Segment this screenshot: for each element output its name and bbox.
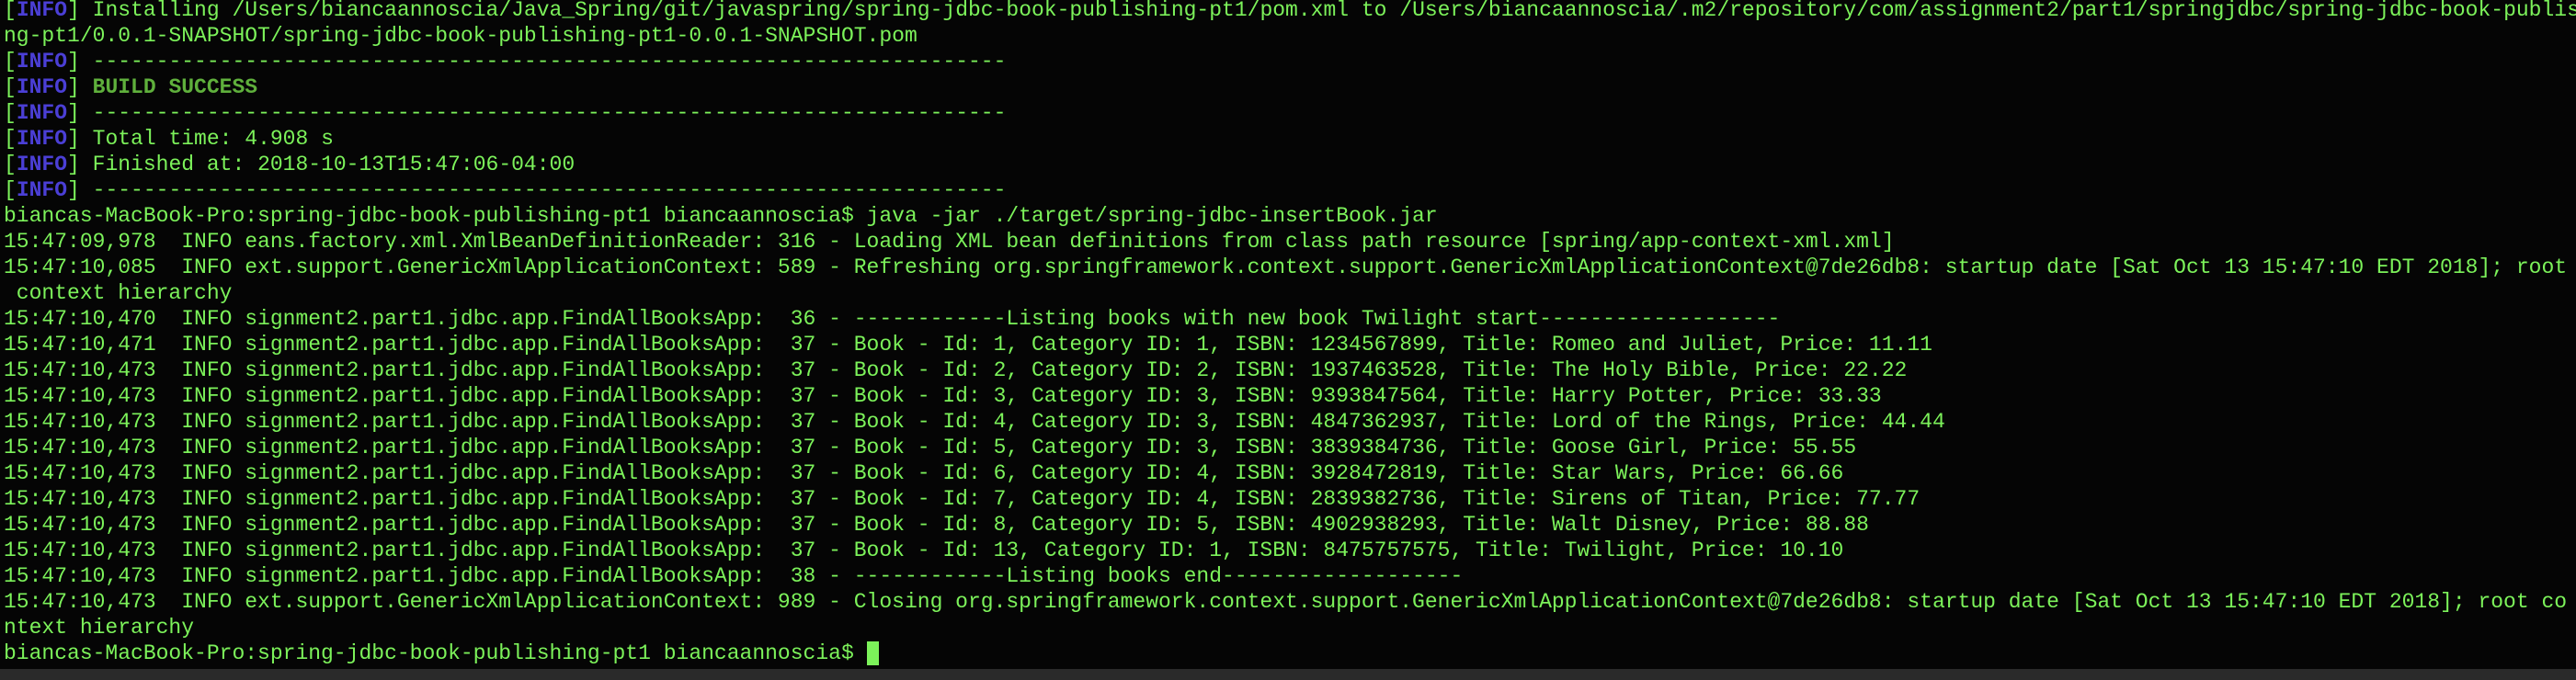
terminal-line: 15:47:10,473 INFO ext.support.GenericXml… [4,589,2576,615]
line-text: ----------------------------------------… [92,101,1007,125]
terminal-line: 15:47:10,473 INFO signment2.part1.jdbc.a… [4,538,2576,563]
bracket: [ [4,127,17,151]
bracket: [ [4,0,17,22]
bracket: ] [67,50,93,74]
terminal-line: [INFO] BUILD SUCCESS [4,74,2576,100]
terminal-line: 15:47:10,085 INFO ext.support.GenericXml… [4,255,2576,280]
bracket: ] [67,178,93,202]
terminal-line: 15:47:10,473 INFO signment2.part1.jdbc.a… [4,486,2576,512]
terminal-line: 15:47:10,470 INFO signment2.part1.jdbc.a… [4,306,2576,332]
bracket: [ [4,75,17,99]
line-text: 15:47:10,473 INFO ext.support.GenericXml… [4,590,2568,614]
bracket: [ [4,153,17,176]
line-text: 15:47:10,471 INFO signment2.part1.jdbc.a… [4,333,1932,357]
terminal-line: 15:47:10,473 INFO signment2.part1.jdbc.a… [4,512,2576,538]
shell-prompt: biancas-MacBook-Pro:spring-jdbc-book-pub… [4,641,867,665]
terminal-line: [INFO] ---------------------------------… [4,100,2576,126]
terminal-line: [INFO] ---------------------------------… [4,177,2576,203]
bracket: [ [4,50,17,74]
terminal-line: 15:47:10,473 INFO signment2.part1.jdbc.a… [4,357,2576,383]
build-status: BUILD SUCCESS [92,75,258,99]
bracket: [ [4,178,17,202]
line-text: ----------------------------------------… [92,50,1007,74]
info-tag: INFO [16,153,68,176]
line-text: ng-pt1/0.0.1-SNAPSHOT/spring-jdbc-book-p… [4,24,918,48]
terminal-line: [INFO] ---------------------------------… [4,49,2576,74]
line-text: 15:47:10,473 INFO signment2.part1.jdbc.a… [4,513,1869,537]
terminal-line: 15:47:10,473 INFO signment2.part1.jdbc.a… [4,460,2576,486]
line-text: 15:47:10,470 INFO signment2.part1.jdbc.a… [4,307,1781,331]
info-tag: INFO [16,0,68,22]
terminal-line: [INFO] Total time: 4.908 s [4,126,2576,152]
terminal-line: 15:47:10,471 INFO signment2.part1.jdbc.a… [4,332,2576,357]
line-text: Total time: 4.908 s [92,127,334,151]
line-text: 15:47:10,473 INFO signment2.part1.jdbc.a… [4,358,1908,382]
line-text: 15:47:10,473 INFO signment2.part1.jdbc.a… [4,538,1844,562]
bracket: ] [67,101,93,125]
info-tag: INFO [16,101,68,125]
line-text: 15:47:10,473 INFO signment2.part1.jdbc.a… [4,436,1857,459]
bracket: ] [67,127,93,151]
line-text: 15:47:10,473 INFO signment2.part1.jdbc.a… [4,384,1882,408]
terminal-line: 15:47:10,473 INFO signment2.part1.jdbc.a… [4,435,2576,460]
terminal-line: [INFO] Finished at: 2018-10-13T15:47:06-… [4,152,2576,177]
terminal-line: 15:47:10,473 INFO signment2.part1.jdbc.a… [4,563,2576,589]
line-text: Installing /Users/biancaannoscia/Java_Sp… [92,0,2576,22]
line-text: 15:47:10,473 INFO signment2.part1.jdbc.a… [4,461,1844,485]
line-text: 15:47:10,085 INFO ext.support.GenericXml… [4,255,2568,279]
terminal-line: context hierarchy [4,280,2576,306]
info-tag: INFO [16,50,68,74]
info-tag: INFO [16,178,68,202]
info-tag: INFO [16,127,68,151]
line-text: ntext hierarchy [4,616,195,640]
terminal-line: 15:47:09,978 INFO eans.factory.xml.XmlBe… [4,229,2576,255]
bracket: [ [4,101,17,125]
bracket: ] [67,0,93,22]
terminal-line: 15:47:10,473 INFO signment2.part1.jdbc.a… [4,409,2576,435]
line-text: biancas-MacBook-Pro:spring-jdbc-book-pub… [4,204,1438,228]
line-text: ----------------------------------------… [92,178,1007,202]
terminal-line: ng-pt1/0.0.1-SNAPSHOT/spring-jdbc-book-p… [4,23,2576,49]
text-cursor [866,640,879,665]
line-text: context hierarchy [4,281,233,305]
line-text: 15:47:10,473 INFO signment2.part1.jdbc.a… [4,410,1945,434]
prompt-line[interactable]: biancas-MacBook-Pro:spring-jdbc-book-pub… [4,640,2576,666]
line-text: Finished at: 2018-10-13T15:47:06-04:00 [92,153,576,176]
line-text: 15:47:10,473 INFO signment2.part1.jdbc.a… [4,564,1464,588]
terminal-bottom-edge [0,669,2576,680]
terminal-line: [INFO] Installing /Users/biancaannoscia/… [4,0,2576,23]
terminal-line: biancas-MacBook-Pro:spring-jdbc-book-pub… [4,203,2576,229]
terminal-line: 15:47:10,473 INFO signment2.part1.jdbc.a… [4,383,2576,409]
line-text: 15:47:09,978 INFO eans.factory.xml.XmlBe… [4,230,1895,254]
line-text: 15:47:10,473 INFO signment2.part1.jdbc.a… [4,487,1921,511]
info-tag: INFO [16,75,68,99]
terminal-window[interactable]: [INFO] Installing /Users/biancaannoscia/… [0,0,2576,669]
terminal-output: [INFO] Installing /Users/biancaannoscia/… [4,0,2576,666]
terminal-line: ntext hierarchy [4,615,2576,640]
bracket: ] [67,153,93,176]
bracket: ] [67,75,93,99]
